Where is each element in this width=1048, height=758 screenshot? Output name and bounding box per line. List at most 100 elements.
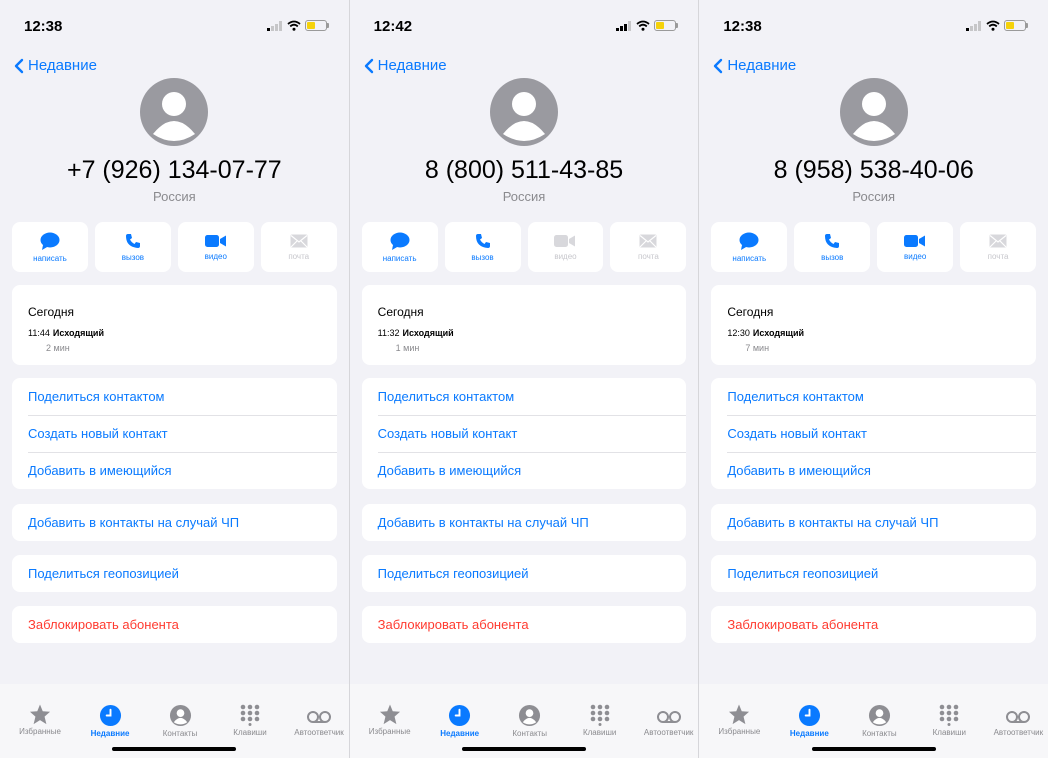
message-bubble-icon — [390, 232, 410, 250]
add-existing-link[interactable]: Добавить в имеющийся — [711, 452, 1036, 489]
contact-options-card: Поделиться контактом Создать новый конта… — [711, 378, 1037, 489]
tab-favorites[interactable]: Избранные — [704, 704, 774, 736]
block-caller-link[interactable]: Заблокировать абонента — [361, 606, 687, 643]
video-camera-icon — [904, 234, 926, 247]
recent-call-duration: 2 мин — [46, 343, 70, 353]
tab-favorites-label: Избранные — [368, 727, 411, 736]
tab-recents[interactable]: Недавние — [774, 704, 844, 738]
tab-voicemail[interactable]: Автоответчик — [634, 704, 699, 737]
home-indicator[interactable] — [112, 747, 237, 751]
block-caller-link[interactable]: Заблокировать абонента — [12, 606, 337, 643]
tab-keypad[interactable]: Клавиши — [565, 704, 635, 737]
battery-icon — [654, 20, 679, 31]
recent-call-type: Исходящий — [52, 328, 104, 338]
share-location-link[interactable]: Поделиться геопозицией — [361, 555, 687, 592]
back-button[interactable]: Недавние — [14, 57, 97, 74]
mail-button[interactable]: почта — [610, 222, 687, 272]
add-emergency-contact-link[interactable]: Добавить в контакты на случай ЧП — [711, 504, 1037, 541]
message-button-label: написать — [33, 253, 67, 263]
back-button[interactable]: Недавние — [713, 57, 796, 74]
message-button[interactable]: написать — [12, 222, 88, 272]
keypad-icon — [940, 704, 959, 726]
tab-contacts-label: Контакты — [162, 729, 198, 738]
call-button-label: вызов — [821, 252, 844, 262]
phone-screen: 12:38 Недавние 8 (958) 538-40-06 Россия … — [698, 0, 1048, 758]
create-contact-link[interactable]: Создать новый контакт — [711, 415, 1036, 452]
video-button[interactable]: видео — [177, 222, 254, 272]
tab-keypad[interactable]: Клавиши — [914, 704, 984, 737]
tab-keypad[interactable]: Клавиши — [215, 704, 285, 737]
contact-phone-number: 8 (958) 538-40-06 — [773, 156, 974, 184]
tab-recents[interactable]: Недавние — [425, 704, 495, 738]
home-indicator[interactable] — [811, 747, 936, 751]
chevron-left-icon — [14, 58, 24, 73]
call-button[interactable]: вызов — [794, 222, 871, 272]
recent-call-duration: 7 мин — [745, 343, 770, 353]
tab-favorites-label: Избранные — [718, 727, 761, 736]
mail-button[interactable]: почта — [260, 222, 337, 272]
quick-actions: написать вызов видео почта — [361, 222, 687, 272]
status-bar: 12:38 — [699, 0, 1048, 40]
add-emergency-contact-link[interactable]: Добавить в контакты на случай ЧП — [12, 504, 337, 541]
tab-favorites[interactable]: Избранные — [355, 704, 425, 736]
message-button-label: написать — [382, 253, 417, 263]
tab-recents[interactable]: Недавние — [75, 704, 145, 738]
call-button[interactable]: вызов — [94, 222, 171, 272]
share-contact-link[interactable]: Поделиться контактом — [362, 378, 687, 415]
star-icon — [379, 704, 400, 725]
recent-call-type: Исходящий — [752, 328, 805, 338]
call-button-label: вызов — [471, 252, 494, 262]
home-indicator[interactable] — [462, 747, 586, 751]
add-existing-link[interactable]: Добавить в имеющийся — [12, 452, 337, 489]
status-icons — [266, 20, 329, 31]
star-icon — [729, 704, 750, 725]
phone-icon — [475, 233, 490, 248]
phone-screen: 12:42 Недавние 8 (800) 511-43-85 Россия … — [348, 0, 699, 758]
recent-call-duration: 1 мин — [395, 343, 420, 353]
contact-phone-number: 8 (800) 511-43-85 — [424, 156, 624, 184]
add-emergency-contact-link[interactable]: Добавить в контакты на случай ЧП — [361, 504, 687, 541]
avatar — [140, 78, 209, 146]
video-button-label: видео — [904, 251, 927, 261]
contact-country: Россия — [852, 189, 895, 204]
voicemail-icon — [656, 711, 681, 723]
wifi-icon — [287, 20, 301, 31]
tab-contacts[interactable]: Контакты — [495, 704, 565, 738]
block-caller-link[interactable]: Заблокировать абонента — [711, 606, 1037, 643]
share-contact-link[interactable]: Поделиться контактом — [711, 378, 1036, 415]
mail-envelope-icon — [989, 234, 1007, 247]
tab-contacts[interactable]: Контакты — [145, 704, 215, 738]
clock-icon — [449, 704, 471, 727]
cellular-signal-icon — [266, 20, 282, 31]
tab-recents-label: Недавние — [440, 729, 480, 738]
share-contact-link[interactable]: Поделиться контактом — [12, 378, 337, 415]
video-camera-icon — [204, 234, 226, 247]
wifi-icon — [636, 20, 650, 31]
video-camera-icon — [554, 234, 576, 247]
create-contact-link[interactable]: Создать новый контакт — [12, 415, 337, 452]
tab-voicemail[interactable]: Автоответчик — [284, 704, 349, 737]
message-bubble-icon — [40, 232, 60, 250]
clock-icon — [99, 704, 121, 727]
create-contact-link[interactable]: Создать новый контакт — [362, 415, 687, 452]
avatar — [839, 78, 908, 146]
message-button[interactable]: написать — [711, 222, 788, 272]
video-button[interactable]: видео — [527, 222, 604, 272]
share-location-link[interactable]: Поделиться геопозицией — [12, 555, 337, 592]
tab-contacts[interactable]: Контакты — [844, 704, 914, 738]
recent-call-entry: 11:32 Исходящий — [378, 328, 454, 338]
tab-recents-label: Недавние — [789, 729, 829, 738]
add-existing-link[interactable]: Добавить в имеющийся — [362, 452, 687, 489]
video-button[interactable]: видео — [877, 222, 954, 272]
tab-voicemail[interactable]: Автоответчик — [983, 704, 1048, 737]
message-button[interactable]: написать — [361, 222, 438, 272]
recent-calls-card: Сегодня 11:44 Исходящий 2 мин — [12, 285, 337, 365]
back-button[interactable]: Недавние — [364, 57, 447, 74]
call-button-label: вызов — [121, 252, 145, 262]
share-location-link[interactable]: Поделиться геопозицией — [711, 555, 1037, 592]
back-label: Недавние — [727, 57, 797, 74]
call-button[interactable]: вызов — [444, 222, 521, 272]
tab-recents-label: Недавние — [90, 729, 130, 738]
mail-button[interactable]: почта — [960, 222, 1037, 272]
tab-favorites[interactable]: Избранные — [5, 704, 75, 736]
